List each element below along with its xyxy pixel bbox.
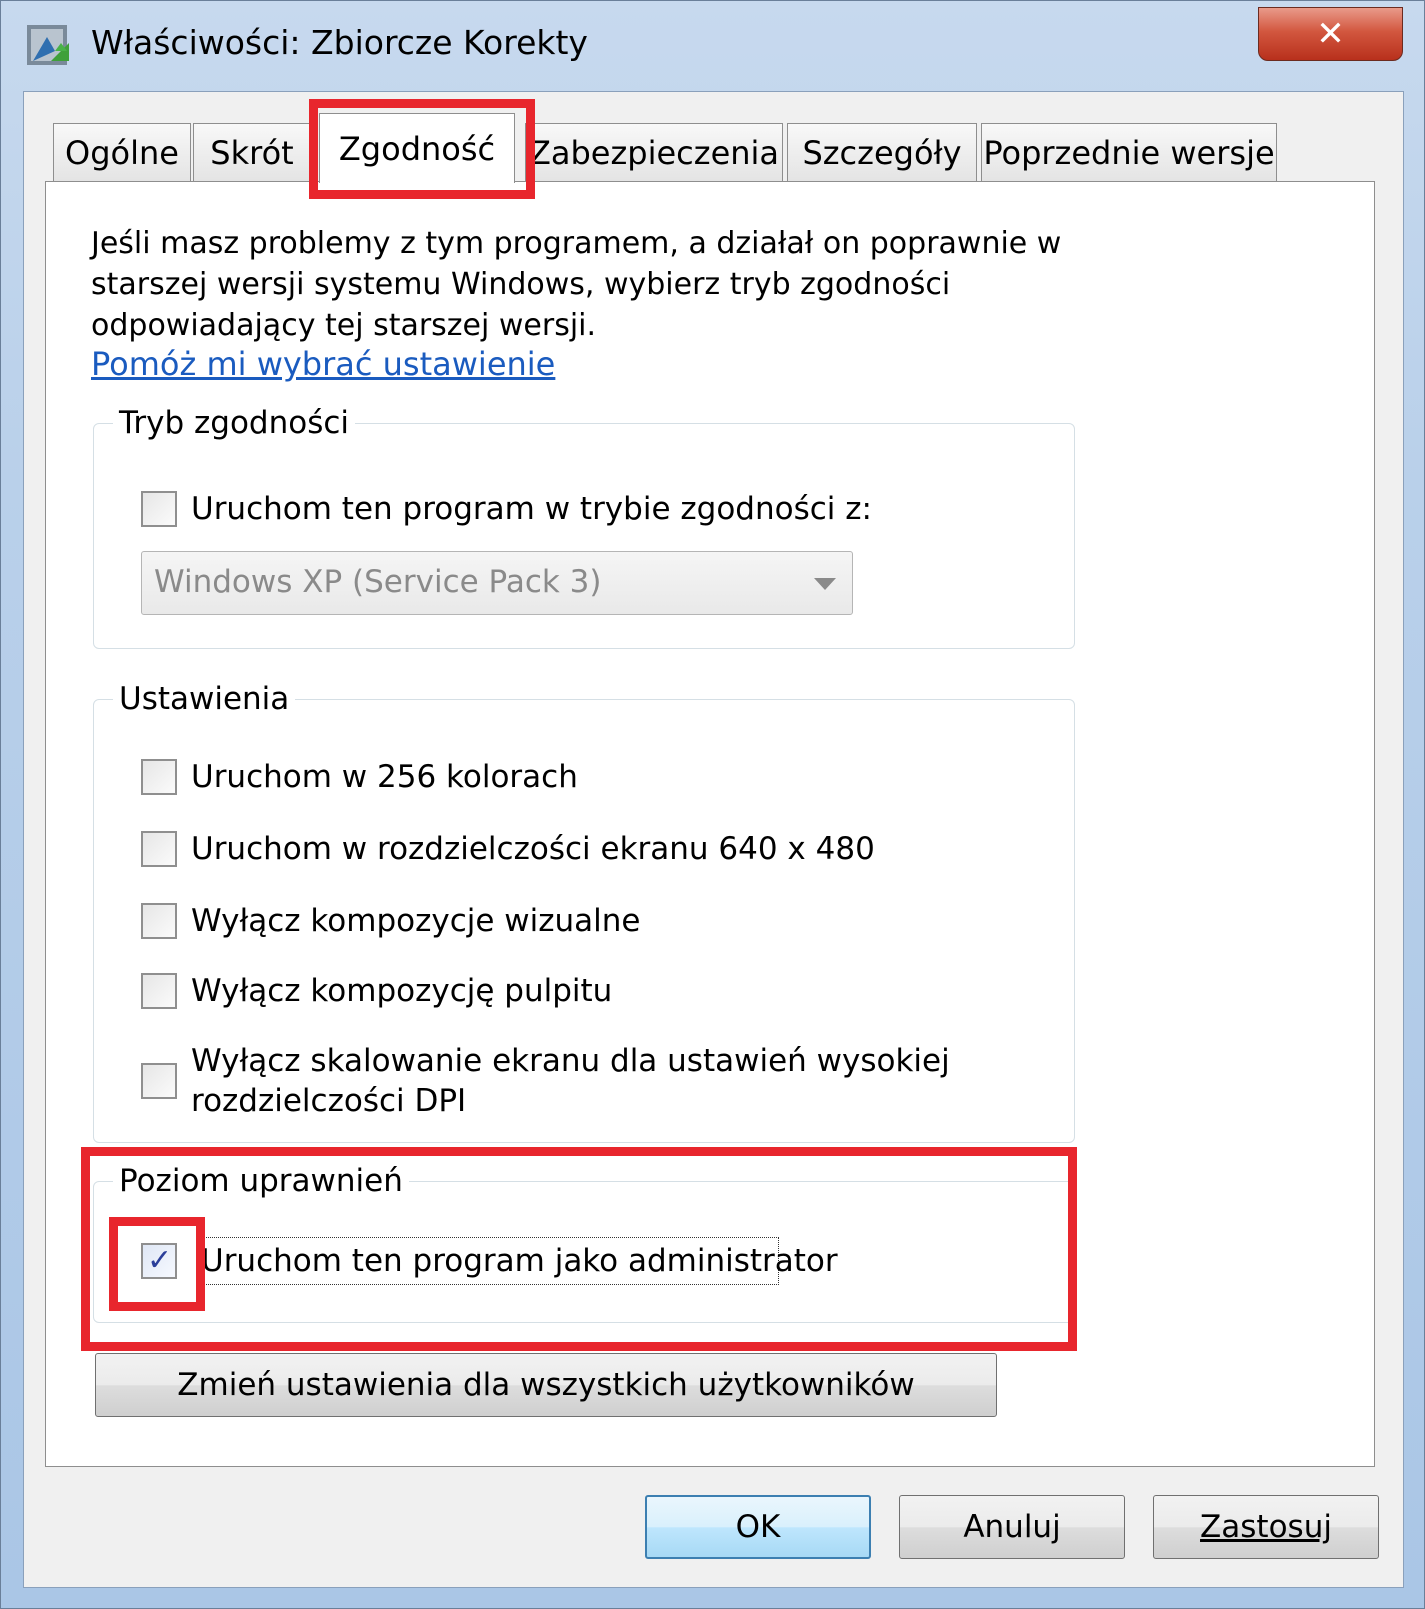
compat-mode-checkbox[interactable] [141,491,177,527]
close-icon: ✕ [1316,14,1345,54]
tab-previous-versions[interactable]: Poprzednie wersje [981,123,1277,181]
run-640x480-label: Uruchom w rozdzielczości ekranu 640 x 48… [191,831,875,867]
apply-button[interactable]: Zastosuj [1153,1495,1379,1559]
window-title: Właściwości: Zbiorcze Korekty [91,23,588,62]
run-as-admin-checkbox[interactable]: ✓ [141,1243,177,1279]
close-button[interactable]: ✕ [1258,7,1403,61]
help-choose-settings-link[interactable]: Pomóż mi wybrać ustawienie [91,345,555,383]
disable-visual-themes-label: Wyłącz kompozycje wizualne [191,903,641,939]
disable-dpi-scaling-checkbox[interactable] [141,1063,177,1099]
chevron-down-icon [814,578,836,590]
ok-button-label: OK [735,1509,781,1545]
disable-desktop-composition-checkbox[interactable] [141,973,177,1009]
disable-visual-themes-checkbox[interactable] [141,903,177,939]
tab-security[interactable]: Zabezpieczenia [525,123,783,181]
tab-label: Ogólne [65,133,179,172]
privilege-level-legend: Poziom uprawnień [113,1163,409,1199]
title-bar: Właściwości: Zbiorcze Korekty ✕ [1,1,1425,93]
tab-details[interactable]: Szczegóły [787,123,977,181]
run-640x480-checkbox[interactable] [141,831,177,867]
apply-button-label: Zastosuj [1200,1509,1332,1545]
tab-label: Poprzednie wersje [983,133,1275,172]
run-as-admin-label[interactable]: Uruchom ten program jako administrator [201,1241,838,1281]
run-256-colors-label: Uruchom w 256 kolorach [191,759,578,795]
checkmark-icon: ✓ [147,1243,173,1278]
ok-button[interactable]: OK [645,1495,871,1559]
settings-legend: Ustawienia [113,681,296,717]
tab-label: Skrót [210,133,294,172]
cancel-button-label: Anuluj [963,1509,1061,1545]
run-256-colors-checkbox[interactable] [141,759,177,795]
disable-dpi-scaling-label-line2: rozdzielczości DPI [191,1083,467,1119]
compat-mode-label: Uruchom ten program w trybie zgodności z… [191,491,872,527]
windows-version-value: Windows XP (Service Pack 3) [154,564,602,600]
windows-version-select[interactable]: Windows XP (Service Pack 3) [141,551,853,615]
compatibility-mode-group [93,423,1075,649]
tab-label: Zabezpieczenia [528,133,780,172]
change-settings-all-users-button[interactable]: Zmień ustawienia dla wszystkich użytkown… [95,1353,997,1417]
cancel-button[interactable]: Anuluj [899,1495,1125,1559]
change-settings-all-users-label: Zmień ustawienia dla wszystkich użytkown… [177,1367,915,1403]
tab-shortcut[interactable]: Skrót [193,123,311,181]
disable-desktop-composition-label: Wyłącz kompozycję pulpitu [191,973,613,1009]
compatibility-mode-legend: Tryb zgodności [113,405,356,441]
tab-general[interactable]: Ogólne [53,123,191,181]
disable-dpi-scaling-label: Wyłącz skalowanie ekranu dla ustawień wy… [191,1043,950,1079]
properties-window: Właściwości: Zbiorcze Korekty ✕ Ogólne S… [0,0,1425,1609]
tab-compatibility[interactable]: Zgodność [319,113,515,183]
app-icon [27,25,69,65]
intro-text: Jeśli masz problemy z tym programem, a d… [91,226,1062,343]
tab-label: Zgodność [338,129,496,168]
tab-label: Szczegóły [802,133,962,172]
